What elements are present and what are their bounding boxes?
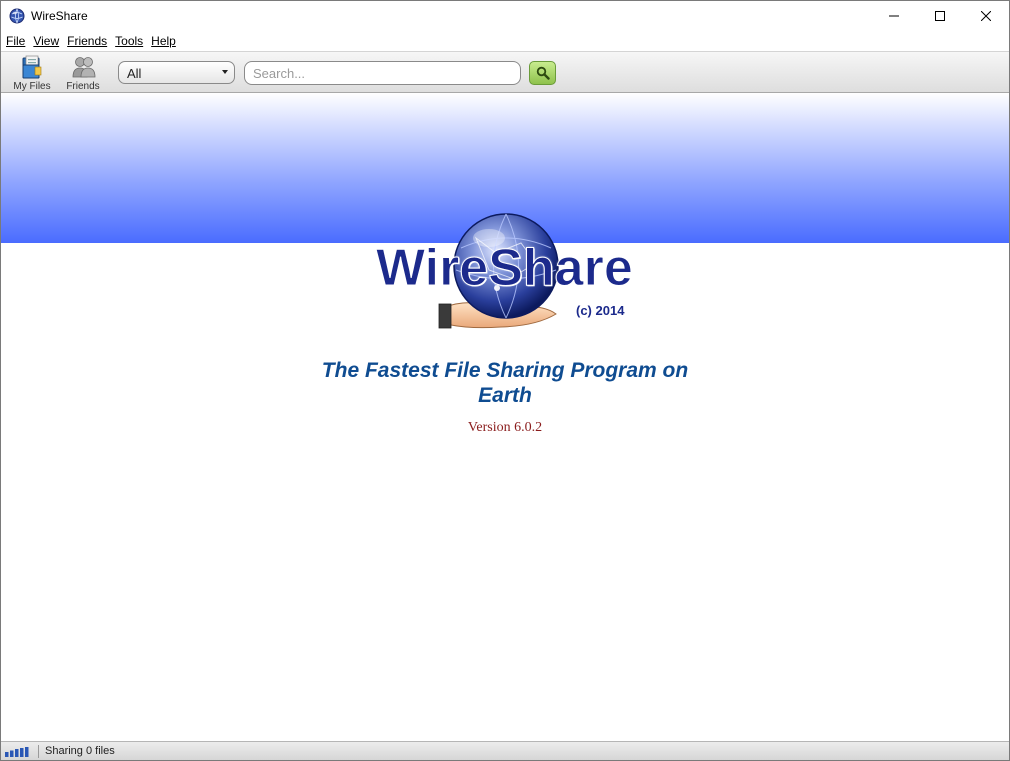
category-dropdown[interactable]: All [118, 61, 235, 84]
close-icon [981, 11, 991, 21]
friends-label: Friends [66, 81, 100, 92]
friends-button[interactable]: Friends [60, 53, 106, 93]
signal-bars-icon[interactable] [5, 747, 31, 757]
menu-friends[interactable]: Friends [67, 34, 107, 48]
home-content: WireShare (c) 2014 The Fastest File Shar… [1, 93, 1009, 741]
globe-icon [9, 8, 25, 24]
sharing-status[interactable]: Sharing 0 files [45, 745, 115, 757]
chevron-down-icon [222, 70, 228, 74]
menu-bar: File View Friends Tools Help [1, 31, 1009, 51]
maximize-button[interactable] [917, 1, 963, 31]
my-files-button[interactable]: My Files [9, 53, 55, 93]
window-title: WireShare [31, 9, 88, 23]
wireshare-logo: WireShare (c) 2014 [371, 208, 641, 338]
app-window: WireShare File View Friends Tools Help M… [0, 0, 1010, 761]
search-button[interactable] [529, 61, 556, 85]
menu-tools[interactable]: Tools [115, 34, 143, 48]
menu-help[interactable]: Help [151, 34, 176, 48]
close-button[interactable] [963, 1, 1009, 31]
status-bar: Sharing 0 files [1, 741, 1009, 760]
my-files-label: My Files [13, 81, 51, 92]
menu-file[interactable]: File [6, 34, 25, 48]
title-bar: WireShare [1, 1, 1009, 31]
minimize-button[interactable] [871, 1, 917, 31]
search-input[interactable] [244, 61, 521, 85]
version-text: Version 6.0.2 [467, 420, 543, 435]
status-divider [38, 745, 39, 758]
maximize-icon [935, 11, 945, 21]
category-value: All [127, 66, 142, 81]
logo-wordmark: WireShare [376, 239, 634, 298]
minimize-icon [889, 15, 899, 17]
menu-view[interactable]: View [33, 34, 59, 48]
folder-files-icon [22, 55, 42, 79]
friends-icon [72, 57, 96, 78]
tagline: The Fastest File Sharing Program on Eart… [321, 359, 689, 407]
search-icon [536, 66, 550, 80]
toolbar: My Files Friends All [1, 51, 1009, 93]
logo-copyright: (c) 2014 [576, 303, 625, 318]
